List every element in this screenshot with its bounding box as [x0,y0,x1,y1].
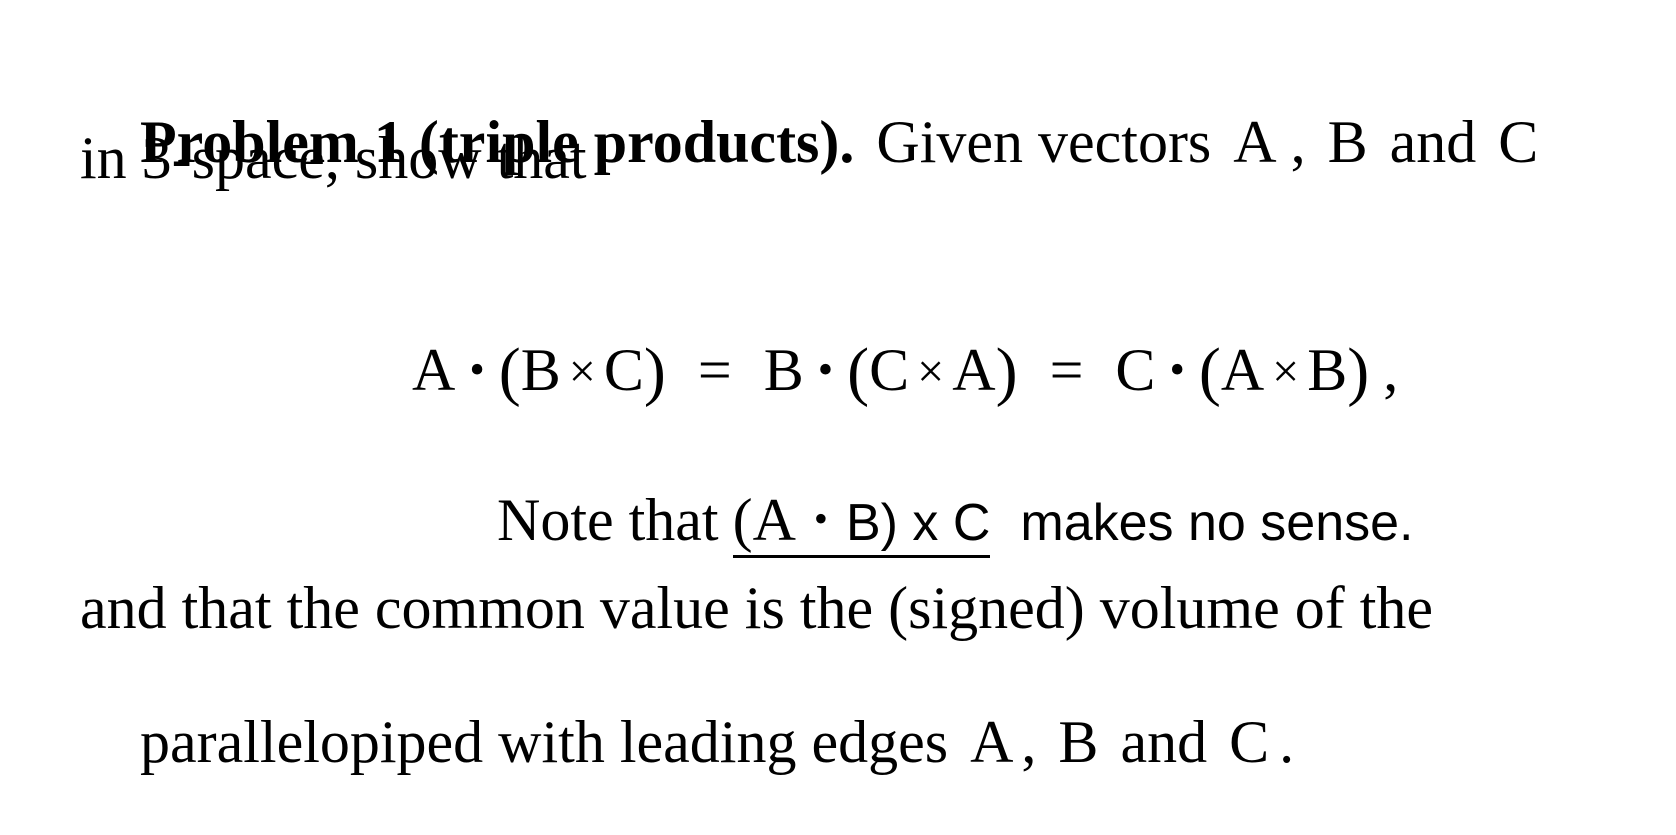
and-word: and [1389,109,1477,175]
open-paren: ( [498,335,521,408]
vector-c: C [1229,709,1270,775]
note-suffix: makes no sense. [1020,494,1414,552]
term-2-right: A [952,337,996,403]
vector-c: C [1498,109,1539,175]
document-page: Problem 1 (triple products). Given vector… [0,0,1676,796]
cross-product-icon: × [917,345,945,398]
comma: , [1290,109,1306,175]
term-1-right: C [603,337,644,403]
dot-product-icon: • [469,345,485,394]
close-paren: ) [643,335,666,408]
and-word: and [1120,709,1208,775]
term-3-right: B [1307,337,1348,403]
period: . [1279,709,1295,775]
vector-b: B [1327,109,1368,175]
term-1-outer: A [412,337,456,403]
problem-statement-line-2: in 3-space, show that [80,125,587,191]
open-paren: ( [847,335,870,408]
equals-sign: = [1049,337,1084,403]
given-text: Given vectors [876,109,1212,175]
vector-b: B [1058,709,1099,775]
equation-term-1: A • (B × C) [412,335,666,408]
dot-product-icon: • [813,496,828,541]
trailing-comma: , [1383,337,1399,403]
cross-product-icon: × [1272,345,1300,398]
term-2-left: C [869,337,910,403]
conclusion-line-1: and that the common value is the (signed… [80,575,1433,641]
equals-sign: = [697,337,732,403]
expr-rest: B) x C [845,494,991,552]
close-paren: ) [995,335,1018,408]
conclusion-line-2: parallelopiped with leading edges A, Band C… [80,652,1294,832]
term-3-outer: C [1115,337,1156,403]
conclusion-text: parallelopiped with leading edges [140,709,949,775]
term-2-outer: B [763,337,804,403]
cross-product-icon: × [568,345,596,398]
open-paren: ( [1198,335,1221,408]
term-3-left: A [1220,337,1265,403]
vector-a: A [1233,109,1277,175]
vector-a: A [970,709,1014,775]
close-paren: ) [1347,335,1370,408]
equation-term-2: B • (C × A) [763,335,1018,408]
dot-product-icon: • [817,345,834,394]
expr-open-a: (A [732,487,796,553]
term-1-left: B [520,337,561,403]
equation-term-3: C • (A × B) [1115,335,1370,408]
note-prefix: Note that [497,487,719,553]
invalid-expression: (A • B) x C [732,487,991,558]
comma: , [1021,709,1037,775]
dot-product-icon: • [1169,345,1185,394]
